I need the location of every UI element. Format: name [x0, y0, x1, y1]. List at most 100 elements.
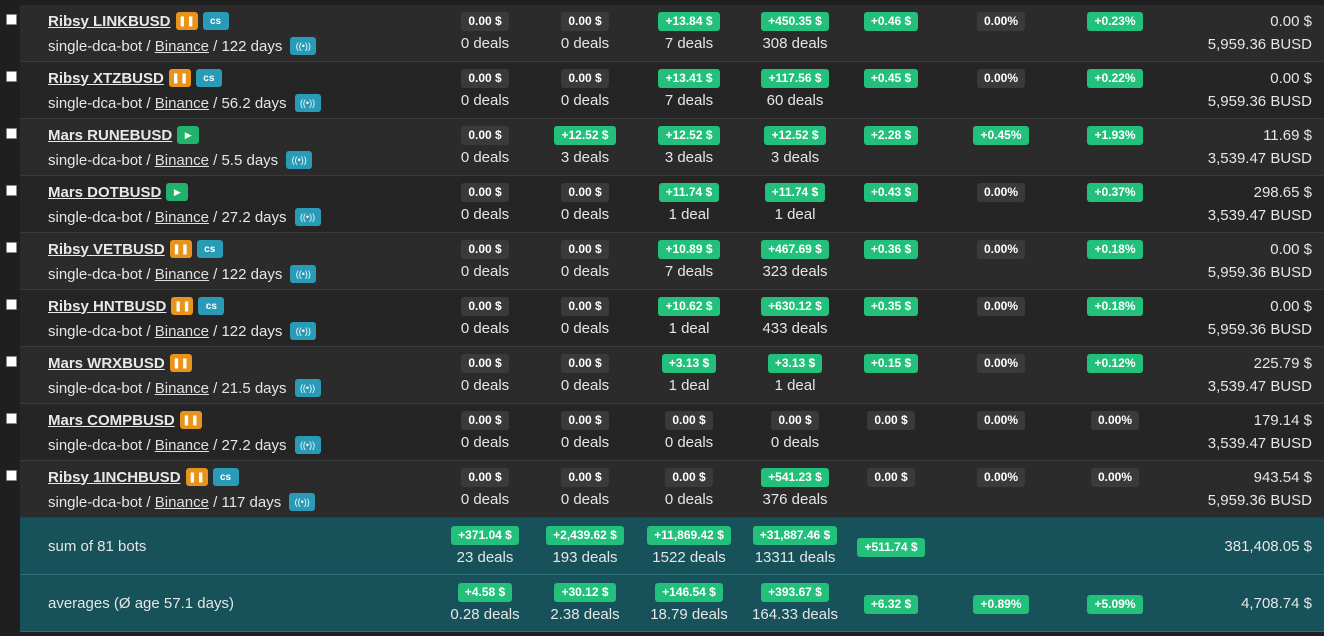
row-checkbox[interactable]	[6, 185, 17, 196]
value-pill: 0.00 $	[461, 411, 509, 430]
pause-icon[interactable]: ❚❚	[169, 354, 192, 372]
current-value: 225.79 $	[1253, 355, 1312, 372]
value-pill: 0.00 $	[665, 468, 713, 487]
pause-icon[interactable]: ❚❚	[171, 297, 194, 315]
deals-count: 376 deals	[762, 491, 828, 508]
row-checkbox[interactable]	[6, 128, 17, 139]
row-checkbox[interactable]	[6, 470, 17, 481]
bot-type: single-dca-bot	[48, 37, 143, 55]
bot-meta: single-dca-bot / Binance / 122 days ((•))	[48, 37, 317, 55]
exchange-link[interactable]: Binance	[155, 95, 209, 112]
exchange-link[interactable]: Binance	[155, 323, 209, 340]
pause-icon[interactable]: ❚❚	[179, 411, 202, 429]
value-pill: +146.54 $	[655, 583, 723, 602]
bot-name-link[interactable]: Mars COMPBUSD	[48, 412, 175, 429]
value-pill: +511.74 $	[857, 538, 925, 557]
cs-badge: cs	[212, 468, 239, 486]
value-pill: +5.09%	[1087, 595, 1143, 614]
bot-name-link[interactable]: Ribsy XTZBUSD	[48, 70, 164, 87]
col-p1: +511.74 $	[811, 538, 971, 557]
bot-row: Mars WRXBUSD ❚❚ single-dca-bot / Binance /…	[6, 347, 1324, 404]
bot-name-line: Mars DOTBUSD ▶	[48, 183, 189, 201]
bots-table: Ribsy LINKBUSD ❚❚ cs single-dca-bot / Binan…	[6, 5, 1324, 632]
pause-icon[interactable]: ❚❚	[168, 69, 191, 87]
col-p3: +1.93%	[1035, 126, 1195, 145]
bot-name-link[interactable]: Ribsy LINKBUSD	[48, 13, 171, 30]
bot-meta: single-dca-bot / Binance / 27.2 days ((•)…	[48, 436, 321, 454]
bot-name-link[interactable]: Mars DOTBUSD	[48, 184, 161, 201]
pause-icon[interactable]: ❚❚	[175, 12, 198, 30]
bot-age: 122 days	[221, 37, 283, 55]
bot-age: 5.5 days	[221, 151, 279, 169]
value-pill: +6.32 $	[863, 595, 919, 614]
deals-count: 1 deal	[774, 377, 816, 394]
bot-name-link[interactable]: Ribsy 1INCHBUSD	[48, 469, 181, 486]
balance-cell: 298.65 $ 3,539.47 BUSD	[1208, 176, 1312, 224]
bot-name-link[interactable]: Ribsy VETBUSD	[48, 241, 165, 258]
row-checkbox[interactable]	[6, 242, 17, 253]
bot-row: Mars DOTBUSD ▶ single-dca-bot / Binance / …	[6, 176, 1324, 233]
play-icon[interactable]: ▶	[166, 183, 189, 201]
exchange-link[interactable]: Binance	[155, 152, 209, 169]
exchange-link[interactable]: Binance	[155, 494, 209, 511]
deals-count: 308 deals	[762, 35, 828, 52]
bot-name-link[interactable]: Mars RUNEBUSD	[48, 127, 172, 144]
bot-type: single-dca-bot	[48, 493, 143, 511]
exchange-link[interactable]: Binance	[155, 266, 209, 283]
bot-type: single-dca-bot	[48, 94, 143, 112]
exchange-link[interactable]: Binance	[155, 380, 209, 397]
bot-name-line: Mars WRXBUSD ❚❚	[48, 354, 192, 372]
current-value: 298.65 $	[1253, 184, 1312, 201]
pause-icon[interactable]: ❚❚	[169, 240, 192, 258]
bot-name-link[interactable]: Mars WRXBUSD	[48, 355, 165, 372]
col-p3: +0.18%	[1035, 240, 1195, 259]
value-pill: 0.00 $	[561, 183, 609, 202]
bot-name-line: Mars RUNEBUSD ▶	[48, 126, 200, 144]
row-checkbox[interactable]	[6, 356, 17, 367]
signal-icon[interactable]: ((•))	[290, 322, 317, 340]
cs-badge: cs	[195, 69, 222, 87]
play-icon[interactable]: ▶	[177, 126, 200, 144]
bot-type: single-dca-bot	[48, 208, 143, 226]
signal-icon[interactable]: ((•))	[294, 94, 321, 112]
exchange-link[interactable]: Binance	[155, 437, 209, 454]
signal-icon[interactable]: ((•))	[290, 37, 317, 55]
bot-name-line: Ribsy LINKBUSD ❚❚ cs	[48, 12, 229, 30]
bot-meta: single-dca-bot / Binance / 56.2 days ((•)…	[48, 94, 321, 112]
col-p3: +0.37%	[1035, 183, 1195, 202]
row-checkbox[interactable]	[6, 413, 17, 424]
budget-value: 3,539.47 BUSD	[1207, 378, 1312, 395]
signal-icon[interactable]: ((•))	[294, 436, 321, 454]
value-pill: 0.00 $	[867, 411, 915, 430]
value-pill: 0.00%	[976, 354, 1026, 373]
value-pill: +13.41 $	[658, 69, 720, 88]
value-pill: 0.00 $	[461, 354, 509, 373]
value-pill: 0.00%	[976, 468, 1026, 487]
current-value: 0.00 $	[1270, 298, 1312, 315]
pause-icon[interactable]: ❚❚	[185, 468, 208, 486]
separator: /	[208, 37, 222, 55]
row-checkbox[interactable]	[6, 299, 17, 310]
value-pill: +0.18%	[1087, 240, 1143, 259]
exchange-link[interactable]: Binance	[155, 38, 209, 55]
signal-icon[interactable]: ((•))	[294, 379, 321, 397]
value-pill: 0.00 $	[461, 126, 509, 145]
col-p3: +0.12%	[1035, 354, 1195, 373]
signal-icon[interactable]: ((•))	[290, 265, 317, 283]
signal-icon[interactable]: ((•))	[294, 208, 321, 226]
signal-icon[interactable]: ((•))	[289, 493, 316, 511]
separator: /	[142, 208, 155, 226]
budget-value: 3,539.47 BUSD	[1207, 207, 1312, 224]
exchange-link[interactable]: Binance	[155, 209, 209, 226]
signal-icon[interactable]: ((•))	[286, 151, 313, 169]
averages-row: averages (Ø age 57.1 days) +4.58 $0.28 de…	[20, 575, 1324, 632]
deals-count: 60 deals	[766, 92, 824, 109]
row-checkbox[interactable]	[6, 14, 17, 25]
row-checkbox[interactable]	[6, 71, 17, 82]
bot-name-link[interactable]: Ribsy HNTBUSD	[48, 298, 166, 315]
value-pill: 0.00 $	[461, 69, 509, 88]
value-pill: 0.00%	[976, 183, 1026, 202]
value-pill: 0.00 $	[461, 240, 509, 259]
bot-row: Mars COMPBUSD ❚❚ single-dca-bot / Binance …	[6, 404, 1324, 461]
current-value: 0.00 $	[1270, 13, 1312, 30]
